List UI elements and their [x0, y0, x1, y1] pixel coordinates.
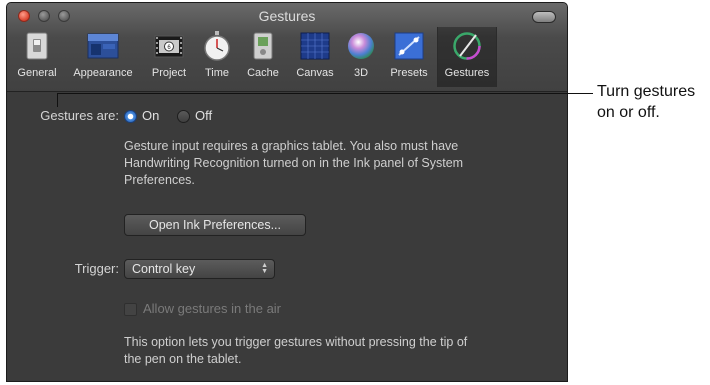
- switch-icon: [26, 32, 48, 60]
- allow-gestures-in-air-checkbox[interactable]: [124, 303, 137, 316]
- presets-icon: [394, 32, 424, 60]
- gestures-off-label[interactable]: Off: [195, 108, 212, 123]
- tab-3d[interactable]: 3D: [343, 27, 379, 87]
- tab-label: Appearance: [73, 67, 133, 79]
- gestures-off-radio[interactable]: [177, 110, 190, 123]
- description-line: Handwriting Recognition turned on in the…: [124, 156, 464, 170]
- gestures-on-radio[interactable]: [124, 110, 137, 123]
- tab-label: Cache: [247, 67, 279, 79]
- appearance-icon: [87, 33, 119, 59]
- film-project-icon: 6: [154, 35, 184, 58]
- description-line: Gesture input requires a graphics tablet…: [124, 139, 459, 153]
- select-arrows-icon: ▲ ▼: [261, 262, 268, 275]
- tab-label: Gestures: [444, 67, 490, 79]
- gestures-on-label[interactable]: On: [142, 108, 159, 123]
- trigger-value: Control key: [132, 262, 196, 276]
- callout-line: on or off.: [597, 104, 660, 121]
- open-ink-preferences-button[interactable]: Open Ink Preferences...: [124, 214, 306, 236]
- tab-label: 3D: [353, 67, 369, 79]
- toolbar-toggle-button[interactable]: [532, 11, 556, 23]
- gestures-are-label: Gestures are:: [40, 108, 119, 123]
- tab-gestures[interactable]: Gestures: [437, 27, 497, 87]
- tab-label: Time: [204, 67, 230, 79]
- note-line: This option lets you trigger gestures wi…: [124, 335, 468, 349]
- tab-time[interactable]: Time: [197, 27, 237, 87]
- trigger-select[interactable]: Control key ▲ ▼: [124, 259, 275, 279]
- tab-cache[interactable]: Cache: [241, 27, 285, 87]
- tab-presets[interactable]: Presets: [383, 27, 435, 87]
- allow-gestures-in-air-label: Allow gestures in the air: [143, 301, 282, 316]
- preferences-toolbar: General Appearance 6 Project Time Cache …: [7, 27, 567, 89]
- description-line: Preferences.: [124, 173, 195, 187]
- preferences-window: Gestures General Appearance 6 Project Ti…: [6, 2, 568, 382]
- tab-project[interactable]: 6 Project: [145, 27, 193, 87]
- callout-leader-vertical: [57, 93, 58, 107]
- tab-appearance[interactable]: Appearance: [65, 27, 141, 87]
- cache-icon: [253, 32, 273, 60]
- sphere-3d-icon: [348, 33, 374, 59]
- gestures-icon: [453, 32, 481, 60]
- callout-line: Turn gestures: [597, 83, 696, 100]
- canvas-grid-icon: [300, 32, 330, 60]
- trigger-label: Trigger:: [74, 261, 119, 276]
- air-option-note: This option lets you trigger gestures wi…: [124, 334, 554, 368]
- tab-label: Project: [151, 67, 187, 79]
- note-line: the pen on the tablet.: [124, 352, 242, 366]
- gestures-description: Gesture input requires a graphics tablet…: [124, 138, 554, 189]
- callout-leader-horizontal: [57, 93, 593, 94]
- title-bar: Gestures General Appearance 6 Project Ti…: [7, 3, 567, 92]
- window-title: Gestures: [258, 8, 316, 24]
- stopwatch-icon: [204, 31, 230, 61]
- tab-label: General: [17, 67, 57, 79]
- tab-canvas[interactable]: Canvas: [289, 27, 341, 87]
- gestures-pane: Gestures are: On Off Gesture input requi…: [7, 92, 567, 381]
- tab-label: Canvas: [296, 67, 334, 79]
- callout-text: Turn gestures on or off.: [597, 81, 707, 123]
- tab-label: Presets: [390, 67, 428, 79]
- tab-general[interactable]: General: [11, 27, 63, 87]
